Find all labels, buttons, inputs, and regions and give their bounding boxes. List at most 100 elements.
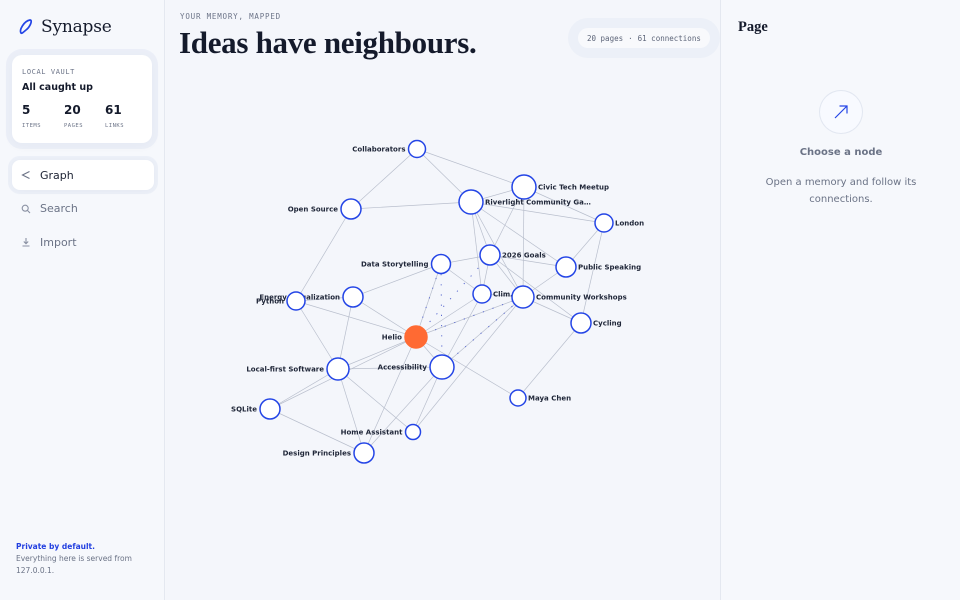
stat-value: 5 [22, 103, 31, 117]
node-circle[interactable] [326, 357, 350, 381]
panel-title: Page [738, 19, 768, 35]
vault-card: LOCAL VAULT All caught up 5 ITEMS 20 PAG… [12, 55, 152, 143]
graph-node[interactable]: Home Assistant [341, 423, 422, 441]
empty-state-title: Choose a node [799, 147, 883, 158]
stat-pages: 20 PAGES [64, 103, 83, 129]
graph-edge [517, 322, 582, 399]
connections-count: 61 connections [637, 33, 701, 43]
node-circle[interactable] [286, 291, 306, 311]
node-label: Local-first Software [246, 366, 324, 374]
graph-edge [350, 148, 418, 210]
graph-edge [352, 263, 442, 298]
stat-links: 61 LINKS [105, 103, 124, 129]
node-label: 2026 Goals [502, 252, 546, 260]
node-circle[interactable] [404, 423, 422, 441]
stat-label: ITEMS [22, 123, 42, 129]
graph-edge [416, 148, 525, 188]
counts-separator: · [628, 33, 633, 43]
selected-node-circle[interactable] [404, 325, 428, 349]
page-panel: Page Choose a node Open a memory and fol… [720, 0, 960, 600]
graph-edge [470, 201, 483, 295]
graph-edge [350, 201, 472, 210]
privacy-title: Private by default. [16, 542, 95, 551]
brand[interactable]: Synapse [18, 17, 112, 37]
node-circle[interactable] [429, 354, 455, 380]
graph-edge [415, 293, 483, 338]
node-circle[interactable] [555, 256, 577, 278]
sidebar: Synapse LOCAL VAULT All caught up 5 ITEM… [0, 0, 165, 600]
graph-edge [295, 300, 339, 370]
suggested-edge [440, 263, 443, 368]
nav-item-search[interactable]: Search [12, 194, 154, 224]
graph-node[interactable]: London [594, 213, 644, 233]
node-circle[interactable] [472, 284, 492, 304]
stat-value: 61 [105, 103, 122, 117]
node-label: Community Workshops [536, 294, 627, 302]
graph-node[interactable]: Local-first Software [246, 357, 350, 381]
search-icon [21, 204, 31, 214]
node-label: Collaborators [352, 146, 405, 154]
node-circle[interactable] [509, 389, 527, 407]
graph-node[interactable]: Collaborators [352, 139, 427, 159]
vault-eyebrow: LOCAL VAULT [22, 68, 75, 76]
empty-state-body: Open a memory and follow its connections… [765, 177, 917, 205]
node-circle[interactable] [511, 285, 535, 309]
node-label: Cycling [593, 320, 622, 328]
node-label: Helio [382, 334, 402, 342]
node-label: Public Speaking [578, 264, 641, 272]
nav-item-label: Import [40, 235, 77, 249]
nav-item-graph[interactable]: Graph [12, 160, 154, 190]
node-circle[interactable] [594, 213, 614, 233]
graph-node[interactable]: Data Storytelling [361, 253, 452, 275]
download-icon [21, 237, 31, 247]
node-circle[interactable] [570, 312, 592, 334]
node-label: Maya Chen [528, 395, 571, 403]
graph-node[interactable]: Design Principles [283, 442, 375, 464]
stat-label: LINKS [105, 123, 125, 129]
graph-edge [269, 368, 339, 410]
app-name: Synapse [41, 17, 112, 37]
graph-counts: 20 pages · 61 connections [578, 28, 710, 48]
graph-node[interactable]: SQLite [231, 398, 281, 420]
page-eyebrow: YOUR MEMORY, MAPPED [180, 12, 281, 21]
graph-node[interactable]: Public Speaking [555, 256, 641, 278]
node-circle[interactable] [430, 253, 452, 275]
node-label: Civic Tech Meetup [538, 184, 609, 192]
graph-edge [337, 368, 414, 433]
vault-status: All caught up [22, 82, 93, 93]
graph-node[interactable]: Clim… [472, 284, 517, 304]
page-title: Ideas have neighbours. [179, 25, 477, 60]
node-circle[interactable] [259, 398, 281, 420]
node-label: Home Assistant [341, 429, 404, 437]
node-circle[interactable] [511, 174, 537, 200]
graph-node[interactable]: Open Source [288, 198, 362, 220]
sidebar-nav: Graph Search Import [12, 160, 154, 261]
node-label: Accessibility [378, 364, 428, 372]
node-circle[interactable] [458, 189, 484, 215]
node-circle[interactable] [407, 139, 427, 159]
node-circle[interactable] [479, 244, 501, 266]
node-label: Open Source [288, 206, 339, 214]
graph-edge [295, 208, 352, 302]
share-icon [21, 170, 31, 180]
node-label: Riverlight Community Ga… [485, 199, 591, 207]
privacy-body: Everything here is served from 127.0.0.1… [16, 554, 132, 575]
graph-edge [363, 366, 443, 454]
node-circle[interactable] [340, 198, 362, 220]
stat-items: 5 ITEMS [22, 103, 41, 129]
nav-item-label: Graph [40, 168, 74, 182]
node-circle[interactable] [353, 442, 375, 464]
graph-node[interactable]: Maya Chen [509, 389, 571, 407]
graph-node[interactable]: Community Workshops [511, 285, 627, 309]
pages-count: 20 pages [587, 33, 624, 43]
knowledge-graph[interactable]: Collaborators Civic Tech Meetup Riverlight… [166, 0, 720, 600]
graph-node[interactable]: Cycling [570, 312, 622, 334]
node-layer: Collaborators Civic Tech Meetup Riverlight… [231, 139, 644, 464]
nav-item-import[interactable]: Import [12, 227, 154, 257]
graph-node[interactable]: Accessibility [378, 354, 455, 380]
node-circle[interactable] [342, 286, 364, 308]
nav-item-label: Search [40, 202, 78, 215]
arrow-up-right-icon [820, 91, 862, 133]
graph-node[interactable]: Civic Tech Meetup [511, 174, 609, 200]
node-label: London [615, 220, 644, 228]
